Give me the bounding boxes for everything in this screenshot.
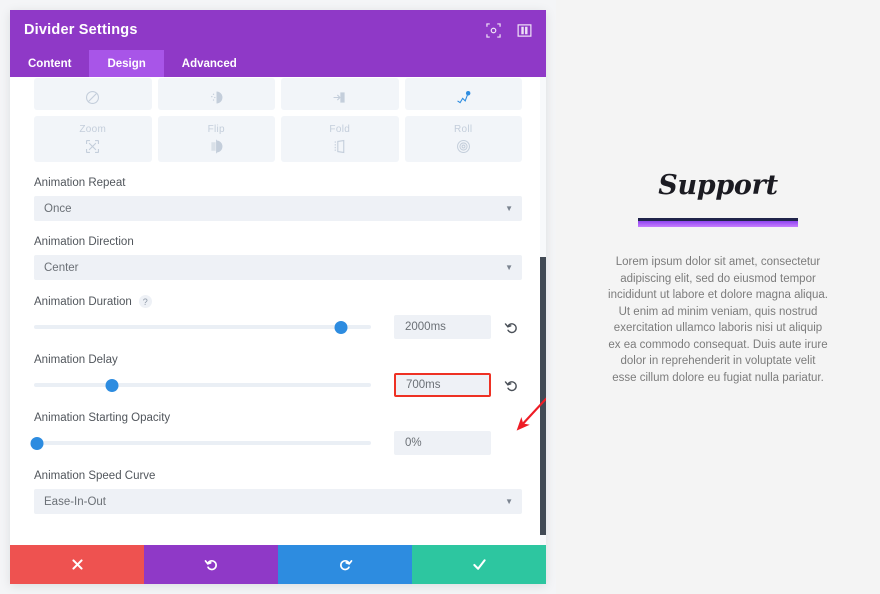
redo-icon bbox=[339, 560, 352, 571]
field-animation-delay: Animation Delay 700ms bbox=[34, 354, 522, 397]
animation-style-roll[interactable]: Roll bbox=[404, 116, 522, 162]
help-icon[interactable]: ? bbox=[138, 295, 152, 308]
animation-starting-opacity-slider[interactable] bbox=[30, 433, 371, 453]
field-animation-repeat: Animation Repeat Once ▼ bbox=[34, 177, 522, 221]
divider-settings-modal: Divider Settings Content Design Advanced bbox=[10, 10, 546, 584]
no-animation-icon bbox=[84, 89, 101, 106]
animation-duration-value[interactable]: 2000ms bbox=[394, 315, 491, 339]
animation-speed-curve-value: Ease-In-Out bbox=[44, 495, 106, 508]
chevron-down-icon: ▼ bbox=[505, 263, 513, 272]
tab-content[interactable]: Content bbox=[10, 50, 89, 77]
modal-action-bar bbox=[10, 545, 546, 584]
animation-repeat-select[interactable]: Once ▼ bbox=[34, 196, 522, 221]
field-animation-duration: Animation Duration ? 2000ms bbox=[34, 295, 522, 339]
animation-starting-opacity-value[interactable]: 0% bbox=[394, 431, 491, 455]
check-icon bbox=[472, 559, 486, 570]
modal-body: Zoom Flip Fold Roll Animation Repeat Onc… bbox=[10, 77, 546, 545]
field-animation-speed-curve: Animation Speed Curve Ease-In-Out ▼ bbox=[34, 470, 522, 514]
modal-header-icons bbox=[486, 22, 532, 38]
field-animation-starting-opacity: Animation Starting Opacity 0% bbox=[30, 412, 522, 455]
slide-icon bbox=[331, 89, 348, 106]
flip-icon bbox=[208, 138, 225, 155]
field-animation-direction: Animation Direction Center ▼ bbox=[34, 236, 522, 280]
animation-duration-label: Animation Duration ? bbox=[34, 295, 522, 308]
animation-style-zoom[interactable]: Zoom bbox=[34, 116, 152, 162]
chevron-down-icon: ▼ bbox=[505, 204, 513, 213]
animation-direction-value: Center bbox=[44, 261, 79, 274]
preview-title: Support bbox=[658, 170, 778, 201]
animation-direction-label: Animation Direction bbox=[34, 236, 134, 248]
modal-tabs: Content Design Advanced bbox=[10, 50, 546, 77]
tab-advanced[interactable]: Advanced bbox=[164, 50, 255, 77]
animation-style-bounce[interactable] bbox=[404, 78, 522, 110]
animation-style-none[interactable] bbox=[34, 78, 152, 110]
animation-duration-slider[interactable] bbox=[34, 317, 371, 337]
close-icon bbox=[71, 559, 83, 570]
slider-handle[interactable] bbox=[30, 436, 44, 450]
animation-repeat-value: Once bbox=[44, 202, 72, 215]
animation-style-flip[interactable]: Flip bbox=[157, 116, 275, 162]
animation-delay-value[interactable]: 700ms bbox=[394, 373, 491, 397]
animation-delay-row: 700ms bbox=[34, 373, 522, 397]
layout-toggle-icon[interactable] bbox=[517, 23, 532, 38]
roll-icon bbox=[455, 138, 472, 155]
reset-icon[interactable] bbox=[504, 378, 519, 393]
animation-style-zoom-label: Zoom bbox=[79, 123, 107, 135]
tab-design[interactable]: Design bbox=[89, 50, 164, 77]
animation-starting-opacity-row: 0% bbox=[30, 431, 522, 455]
slider-track bbox=[34, 325, 371, 329]
animation-duration-label-text: Animation Duration bbox=[34, 295, 132, 308]
animation-starting-opacity-label: Animation Starting Opacity bbox=[34, 412, 171, 424]
cancel-button[interactable] bbox=[10, 545, 144, 584]
fade-icon bbox=[208, 89, 225, 106]
animation-delay-label: Animation Delay bbox=[34, 354, 118, 366]
animation-style-slide[interactable] bbox=[281, 78, 399, 110]
scrollbar-thumb[interactable] bbox=[540, 257, 546, 535]
modal-header: Divider Settings bbox=[10, 10, 546, 50]
chevron-down-icon: ▼ bbox=[505, 497, 513, 506]
zoom-icon bbox=[84, 138, 101, 155]
animation-duration-row: 2000ms bbox=[34, 315, 522, 339]
preview-panel: Support Lorem ipsum dolor sit amet, cons… bbox=[556, 0, 880, 594]
animation-direction-select[interactable]: Center ▼ bbox=[34, 255, 522, 280]
animation-speed-curve-select[interactable]: Ease-In-Out ▼ bbox=[34, 489, 522, 514]
slider-track bbox=[34, 383, 371, 387]
slider-handle[interactable] bbox=[105, 378, 118, 392]
vertical-scrollbar[interactable] bbox=[540, 77, 546, 545]
bounce-icon bbox=[455, 89, 472, 106]
animation-style-flip-label: Flip bbox=[207, 123, 225, 135]
animation-style-grid: Zoom Flip Fold Roll bbox=[34, 77, 522, 162]
animation-style-fade[interactable] bbox=[157, 78, 275, 110]
animation-style-roll-label: Roll bbox=[454, 123, 473, 135]
redo-button[interactable] bbox=[278, 545, 412, 584]
slider-handle[interactable] bbox=[334, 320, 348, 334]
undo-button[interactable] bbox=[144, 545, 278, 584]
slider-track bbox=[34, 441, 371, 445]
save-button[interactable] bbox=[412, 545, 546, 584]
animation-repeat-label: Animation Repeat bbox=[34, 177, 126, 189]
animation-delay-slider[interactable] bbox=[34, 375, 371, 395]
animation-style-fold-label: Fold bbox=[329, 123, 351, 135]
fold-icon bbox=[331, 138, 348, 155]
modal-title: Divider Settings bbox=[24, 22, 138, 38]
animation-style-fold[interactable]: Fold bbox=[281, 116, 399, 162]
preview-body-text: Lorem ipsum dolor sit amet, consectetur … bbox=[608, 256, 828, 384]
focus-icon[interactable] bbox=[486, 22, 501, 38]
reset-icon[interactable] bbox=[504, 320, 519, 335]
undo-icon bbox=[204, 560, 217, 571]
divider-module[interactable] bbox=[638, 218, 798, 227]
animation-speed-curve-label: Animation Speed Curve bbox=[34, 470, 156, 482]
